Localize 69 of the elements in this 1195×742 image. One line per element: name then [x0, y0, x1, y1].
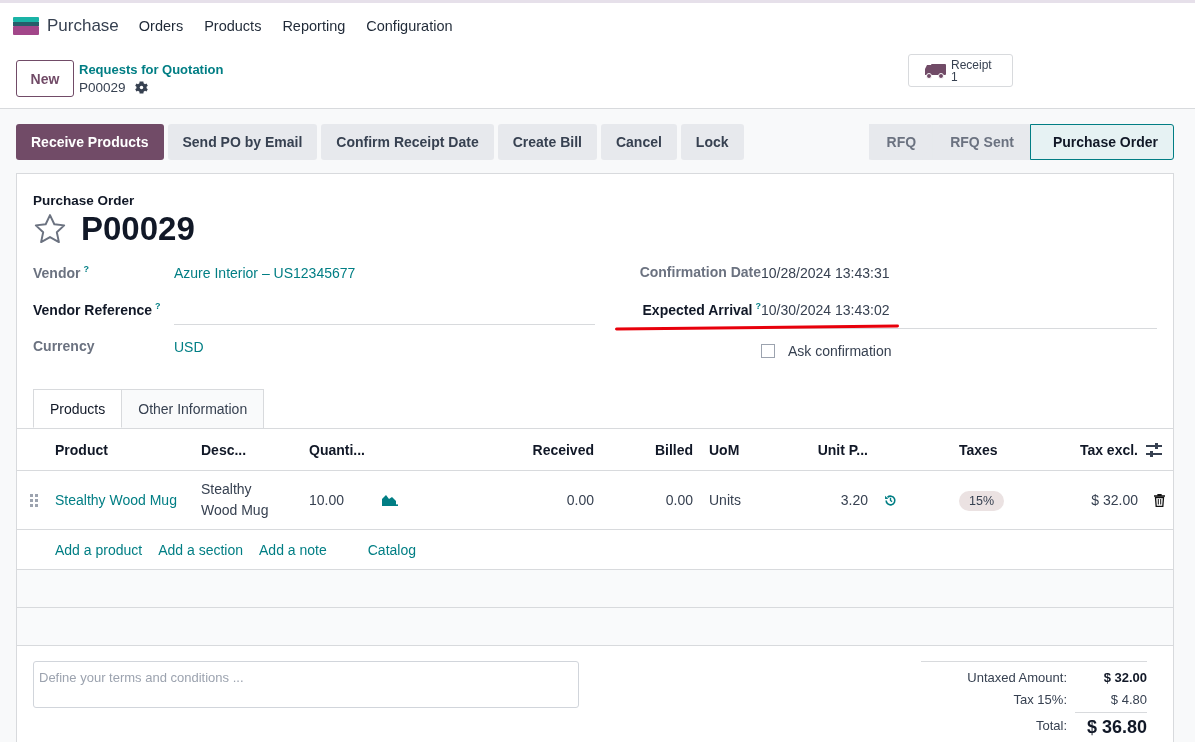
add-line-link[interactable]: Add a note	[259, 541, 327, 558]
total-label: Total:	[1034, 717, 1067, 733]
breadcrumb-link[interactable]: Requests for Quotation	[79, 62, 224, 77]
star-icon[interactable]	[33, 213, 67, 245]
action-button[interactable]: Send PO by Email	[167, 123, 318, 160]
sliders-icon[interactable]	[1146, 442, 1162, 457]
checkbox[interactable]	[761, 344, 775, 358]
area-chart-icon[interactable]	[382, 494, 398, 506]
total-value: $ 36.80	[1075, 712, 1147, 738]
date-field[interactable]: 10/30/2024 13:43:02	[761, 291, 890, 318]
column-header[interactable]: Unit P...	[761, 441, 876, 458]
column-header[interactable]: UoM	[701, 441, 761, 458]
app-name[interactable]: Purchase	[47, 16, 119, 36]
action-button[interactable]: Create Bill	[497, 123, 597, 160]
table-cell-text: $ 32.00	[1090, 492, 1139, 508]
column-header[interactable]: Product	[47, 441, 193, 458]
total-label: Untaxed Amount:	[966, 669, 1067, 685]
menu-item[interactable]: Orders	[138, 18, 184, 34]
field-label: Vendor $^{?}$	[33, 263, 90, 281]
tax-tag[interactable]: 15%	[959, 491, 1005, 511]
table-cell-text: 0.00	[565, 492, 595, 508]
column-header[interactable]: Received	[411, 441, 602, 458]
action-button[interactable]: Receive Products	[16, 123, 164, 160]
tab[interactable]: Products	[33, 389, 123, 428]
menu-item[interactable]: Configuration	[366, 18, 453, 34]
menu-item[interactable]: Reporting	[282, 18, 346, 34]
drag-handle-icon[interactable]	[30, 493, 38, 507]
form-type-label: Purchase Order	[33, 193, 136, 208]
column-header[interactable]: Tax excl.	[1061, 441, 1146, 458]
action-button[interactable]: Cancel	[600, 123, 677, 160]
add-line-link[interactable]: Add a section	[158, 541, 243, 558]
record-name: P00029	[79, 80, 126, 95]
terms-field[interactable]: Define your terms and conditions ...	[33, 661, 579, 708]
add-line-link[interactable]: Catalog	[367, 541, 416, 558]
table-cell-text: 3.20	[839, 492, 869, 508]
date-field[interactable]: 10/28/2024 13:43:31	[761, 254, 890, 281]
app-logo-icon[interactable]	[13, 17, 39, 35]
menu-item[interactable]: Products	[204, 18, 262, 34]
field-label: Vendor Reference $^{?}$	[33, 300, 162, 318]
field-label: Currency	[33, 337, 96, 354]
column-header[interactable]: Quanti...	[301, 441, 374, 458]
trash-icon[interactable]	[1154, 493, 1165, 507]
column-header[interactable]: Billed	[602, 441, 701, 458]
history-icon[interactable]	[884, 493, 897, 507]
field-value-link[interactable]: USD	[174, 328, 204, 355]
table-cell-text: 0.00	[664, 492, 694, 508]
add-line-link[interactable]: Add a product	[55, 541, 143, 558]
settings-icon[interactable]	[134, 81, 148, 94]
action-button[interactable]: Confirm Receipt Date	[321, 123, 494, 160]
table-cell-text: Stealthy Wood Mug	[200, 480, 270, 520]
total-value: $ 4.80	[1109, 691, 1147, 707]
field-label: Expected Arrival $^{?}$	[641, 300, 761, 318]
product-link[interactable]: Stealthy Wood Mug	[47, 492, 193, 508]
field-label: Confirmation Date	[638, 263, 761, 280]
record-title: P00029	[81, 210, 195, 248]
table-cell-text: 10.00	[308, 492, 346, 508]
tab[interactable]: Other Information	[121, 389, 265, 428]
checkbox-label[interactable]: Ask confirmation	[788, 343, 892, 359]
field-value-link[interactable]: Azure Interior – US12345677	[174, 254, 356, 281]
receipt-smart-button[interactable]: Receipt 1	[908, 54, 1013, 87]
status-stage[interactable]: Purchase Order	[1029, 123, 1174, 160]
action-button[interactable]: Lock	[680, 123, 744, 160]
table-cell-text: Units	[708, 492, 742, 508]
column-header[interactable]: Taxes	[951, 441, 1061, 458]
truck-icon	[924, 62, 946, 79]
total-value: $ 32.00	[1102, 669, 1147, 685]
column-header[interactable]: Desc...	[193, 441, 301, 458]
new-button[interactable]: New	[16, 60, 74, 97]
total-label: Tax 15%:	[1012, 691, 1067, 707]
